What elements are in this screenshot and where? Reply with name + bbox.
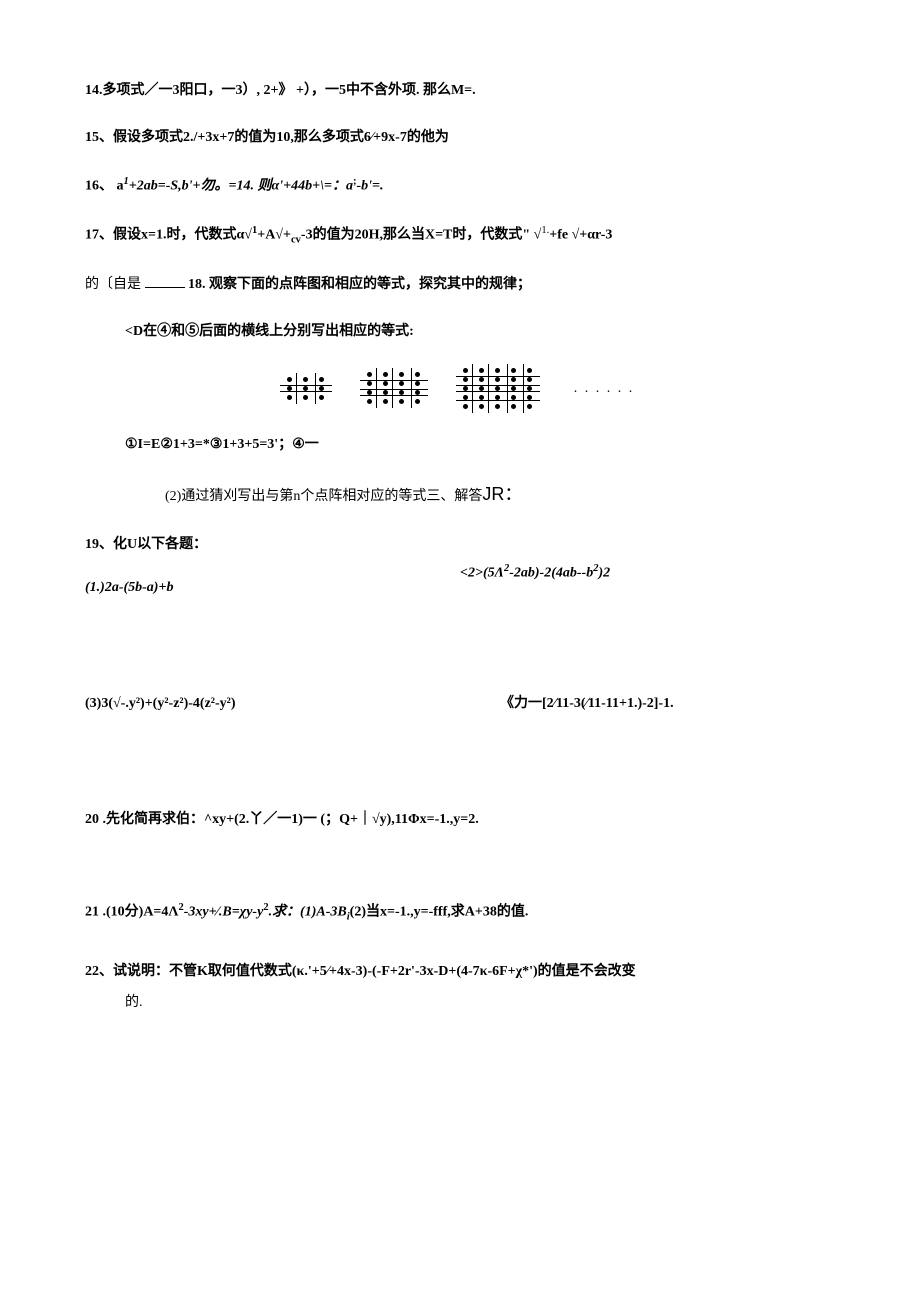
question-19-header: 19、化U以下各题： (85, 534, 835, 555)
q21-c: .求：(1)A-3B (269, 905, 347, 920)
q18-a: 18. 观察下面的点阵图和相应的等式，探究其中的规律； (188, 277, 531, 292)
q17-c: -3的值为20H,那么当X=T时，代数式" √ (301, 227, 541, 242)
q19-2a: <2>(5Λ (460, 566, 504, 581)
q18-d-text: (2)通过猜刈写出与第n个点阵相对应的等式三、解答 (165, 489, 482, 504)
q19-2c: )2 (598, 566, 610, 581)
dot-diagram: . . . . . . (85, 368, 835, 409)
question-14: 14.多项式／一3阳口，一3）, 2+》 +），一5中不含外项. 那么M=. (85, 80, 835, 101)
question-18-c: ①I=E②1+3=*③1+3+5=3'；④一 (85, 434, 835, 455)
question-22-a: 22、试说明：不管K取何值代数式(κ.'+5∕+4x-3)-(-F+2r'-3x… (85, 961, 835, 982)
q19-3: (3)3(√-.y²)+(y²-z²)-4(z²-y²) (85, 693, 460, 714)
q16-part-a: 16、 a (85, 179, 124, 194)
q19-2b: -2ab)-2(4ab--b (509, 566, 593, 581)
question-22-b: 的. (85, 992, 835, 1013)
q19-2: <2>(5Λ2-2ab)-2(4ab--b2)2 (460, 561, 610, 598)
q17-sub-cv: cv (291, 234, 301, 245)
q16-part-b: +2ab=-S,b'+勿。=14. 则α'+44b+\=：a (129, 179, 353, 194)
dot-grid-3 (462, 368, 534, 409)
question-17-line1: 17、假设x=1.时，代数式α√1+A√+cv-3的值为20H,那么当X=T时，… (85, 223, 835, 248)
dot-grid-2 (366, 372, 422, 404)
question-18-b: <D在④和⑤后面的横线上分别写出相应的等式: (85, 321, 835, 342)
question-18-d: (2)通过猜刈写出与第n个点阵相对应的等式三、解答JR： (85, 481, 835, 508)
q21-b: -3xy+∕.B=χy-y (184, 905, 264, 920)
q16-part-c: -b'=. (356, 179, 383, 194)
q21-a: 21 .(10分)A=4Λ (85, 905, 178, 920)
question-20: 20 .先化简再求伯：^xy+(2.丫／一1)一 (；Q+｜√y),11Φx=-… (85, 809, 835, 830)
q21-d: (2)当x=-1.,y=-fff,求A+38的值. (350, 905, 529, 920)
question-16: 16、 a1+2ab=-S,b'+勿。=14. 则α'+44b+\=：a;-b'… (85, 174, 835, 197)
question-19-row2: (3)3(√-.y²)+(y²-z²)-4(z²-y²) 《力一[2∕11-3(… (85, 693, 835, 714)
ellipsis: . . . . . . (574, 378, 635, 399)
q18-e-text: JR： (482, 484, 522, 504)
dot-grid-1 (286, 377, 326, 400)
q17-b: +A√+ (257, 227, 291, 242)
q19-4: 《力一[2∕11-3(∕11-11+1.)-2]-1. (460, 693, 674, 714)
question-21: 21 .(10分)A=4Λ2-3xy+∕.B=χy-y2.求：(1)A-3Bi(… (85, 900, 835, 925)
blank-underline (145, 287, 185, 288)
question-19-row1: (1.)2a-(5b-a)+b <2>(5Λ2-2ab)-2(4ab--b2)2 (85, 561, 835, 598)
q17-a: 17、假设x=1.时，代数式α√ (85, 227, 252, 242)
q17-d: +fe √+αr-3 (549, 227, 612, 242)
question-15: 15、假设多项式2./+3x+7的值为10,那么多项式6∕+9x-7的他为 (85, 127, 835, 148)
q19-1: (1.)2a-(5b-a)+b (85, 561, 460, 598)
question-17-line2: 的〔自是 18. 观察下面的点阵图和相应的等式，探究其中的规律； (85, 274, 835, 295)
q17-e: 的〔自是 (85, 277, 141, 292)
q22-a-text: 22、试说明：不管K取何值代数式(κ.'+5∕+4x-3)-(-F+2r'-3x… (85, 964, 636, 979)
